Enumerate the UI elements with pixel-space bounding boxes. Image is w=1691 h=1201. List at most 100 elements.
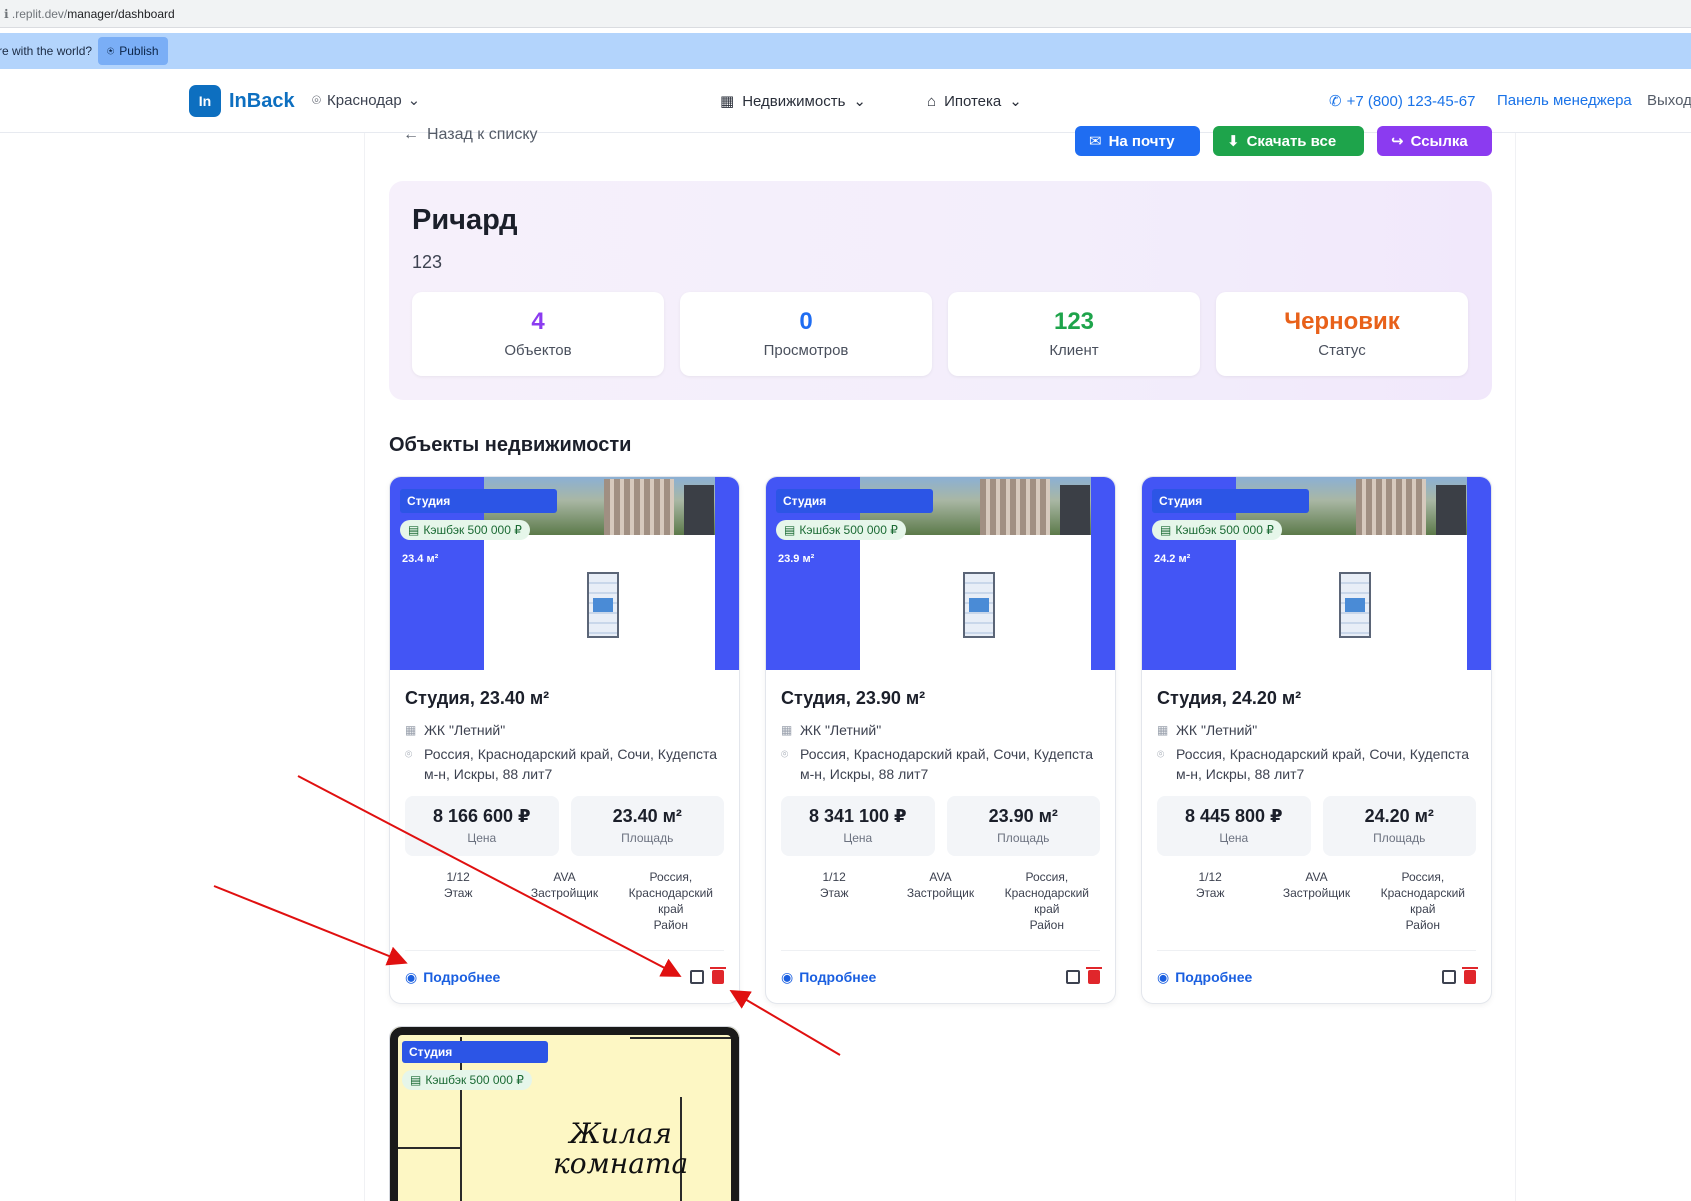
area-box: 23.90 м² Площадь [946, 796, 1100, 856]
price-box: 8 445 800 ₽ Цена [1157, 796, 1311, 856]
cashback-badge: ▤ Кэшбэк 500 000 ₽ [1152, 520, 1282, 540]
floor-label: Этаж [819, 886, 849, 900]
publish-label: Publish [119, 44, 159, 58]
envelope-icon: ✉ [1089, 133, 1102, 150]
eye-icon: ◉ [1157, 968, 1170, 985]
city-label: Краснодар [327, 91, 402, 109]
url-path: manager/dashboard [67, 6, 175, 21]
complex-name: ЖК "Летний" [800, 722, 882, 738]
collection-subtitle: 123 [412, 252, 443, 272]
stat-label: Статус [1318, 342, 1366, 359]
property-image[interactable]: Студия ▤ Кэшбэк 500 000 ₽ 23.9 м² [766, 477, 1115, 670]
area-label: Площадь [1373, 831, 1426, 845]
details-link[interactable]: ◉ Подробнее [781, 969, 876, 986]
complex-name: ЖК "Летний" [1176, 722, 1258, 738]
nav-mortgage[interactable]: ⌂ Ипотека ⌄ [927, 92, 1022, 111]
price-value: 8 166 600 ₽ [432, 806, 531, 826]
property-card[interactable]: Жилая комната Студия ▤ Кэшбэк 500 000 ₽ [389, 1026, 740, 1201]
property-image[interactable]: Студия ▤ Кэшбэк 500 000 ₽ 24.2 м² [1142, 477, 1491, 670]
city-selector[interactable]: ⌾ Краснодар ⌄ [312, 91, 421, 110]
location-pin-icon: ⌾ [312, 91, 322, 109]
trash-icon[interactable] [710, 967, 726, 984]
image-area-label: 24.2 м² [1154, 553, 1191, 565]
cashback-label: Кэшбэк 500 000 ₽ [799, 523, 898, 537]
browser-address-bar[interactable]: ℹ .replit.dev/manager/dashboard [0, 0, 1691, 28]
publish-icon: ⍟ [107, 43, 115, 58]
floor-plan-thumbnail [963, 572, 995, 638]
address: Россия, Краснодарский край, Сочи, Кудепс… [800, 746, 1094, 782]
edit-icon[interactable] [1066, 970, 1080, 984]
logout-link[interactable]: Выход [1647, 92, 1691, 109]
price-label: Цена [843, 831, 873, 845]
edit-icon[interactable] [1442, 970, 1456, 984]
image-band-right [715, 477, 739, 670]
building-icon: ▦ [405, 723, 417, 737]
address: Россия, Краснодарский край, Сочи, Кудепс… [424, 746, 718, 782]
manager-panel-link[interactable]: Панель менеджера [1497, 92, 1632, 109]
chevron-down-icon: ⌄ [407, 92, 421, 109]
district-value: Россия, Краснодарский край [1004, 870, 1090, 916]
stat-value: 4 [531, 308, 545, 335]
price-value: 8 445 800 ₽ [1184, 806, 1283, 826]
area-value: 23.40 м² [612, 806, 682, 826]
download-all-button[interactable]: ⬇ Скачать все [1213, 126, 1364, 156]
publish-banner: re with the world? ⍟ Publish [0, 33, 1691, 69]
stat-value: Черновик [1284, 308, 1400, 335]
stat-value: 123 [1053, 308, 1095, 335]
area-label: Площадь [621, 831, 674, 845]
image-area-label: 23.9 м² [778, 553, 815, 565]
logo[interactable]: In InBack [189, 85, 295, 117]
property-title: Студия, 23.90 м² [781, 688, 926, 708]
floor-plan-thumbnail [1339, 572, 1371, 638]
location-pin-icon: ⌾ [781, 747, 789, 761]
developer-label: Застройщик [1282, 886, 1351, 900]
eye-icon: ◉ [781, 968, 794, 985]
send-email-button[interactable]: ✉ На почту [1075, 126, 1200, 156]
site-header: In InBack ⌾ Краснодар ⌄ ▦ Недвижимость ⌄… [0, 69, 1691, 133]
tower [604, 479, 674, 535]
details-label: Подробнее [1175, 969, 1253, 985]
edit-icon[interactable] [690, 970, 704, 984]
publish-button[interactable]: ⍟ Publish [98, 37, 168, 65]
cashback-badge: ▤ Кэшбэк 500 000 ₽ [400, 520, 530, 540]
property-image[interactable]: Студия ▤ Кэшбэк 500 000 ₽ 23.4 м² [390, 477, 739, 670]
complex-row: ▦ ЖК "Летний" [1157, 720, 1476, 740]
trash-icon[interactable] [1462, 967, 1478, 984]
complex-name: ЖК "Летний" [424, 722, 506, 738]
tower [980, 479, 1050, 535]
stat-label: Просмотров [763, 342, 849, 359]
developer-label: Застройщик [906, 886, 975, 900]
floor-label: Этаж [443, 886, 473, 900]
address-row: ⌾ Россия, Краснодарский край, Сочи, Кудеп… [405, 744, 724, 784]
floor-value: 1/12 [1198, 870, 1222, 884]
back-to-list-link[interactable]: ← Назад к списку [403, 126, 538, 144]
district-label: Район [1029, 918, 1064, 932]
stat-status: Черновик Статус [1216, 292, 1468, 376]
building-icon: ▦ [720, 93, 735, 110]
phone-link[interactable]: ✆ +7 (800) 123-45-67 [1329, 92, 1475, 111]
chevron-down-icon: ⌄ [853, 93, 866, 110]
area-value: 23.90 м² [988, 806, 1058, 826]
home-icon: ⌂ [927, 92, 937, 110]
floor-info: 1/12 Этаж [781, 869, 887, 933]
share-link-button[interactable]: ↪ Ссылка [1377, 126, 1492, 156]
address-row: ⌾ Россия, Краснодарский край, Сочи, Кудеп… [1157, 744, 1476, 784]
trash-icon[interactable] [1086, 967, 1102, 984]
floor-label: Этаж [1195, 886, 1225, 900]
district-info: Россия, Краснодарский край Район [1370, 869, 1476, 933]
floor-value: 1/12 [446, 870, 470, 884]
tower [1356, 479, 1426, 535]
share-link-label: Ссылка [1410, 132, 1468, 150]
price-box: 8 341 100 ₽ Цена [781, 796, 935, 856]
district-info: Россия, Краснодарский край Район [618, 869, 724, 933]
complex-row: ▦ ЖК "Летний" [405, 720, 724, 740]
share-icon: ↪ [1391, 133, 1404, 150]
details-link[interactable]: ◉ Подробнее [1157, 969, 1252, 986]
developer-label: Застройщик [530, 886, 599, 900]
collection-name: Ричард [412, 204, 518, 236]
district-value: Россия, Краснодарский край [628, 870, 714, 916]
details-link[interactable]: ◉ Подробнее [405, 969, 500, 986]
nav-realty[interactable]: ▦ Недвижимость ⌄ [720, 92, 866, 111]
property-card: Студия ▤ Кэшбэк 500 000 ₽ 23.4 м² Студия,… [389, 476, 740, 1004]
send-email-label: На почту [1108, 132, 1175, 150]
